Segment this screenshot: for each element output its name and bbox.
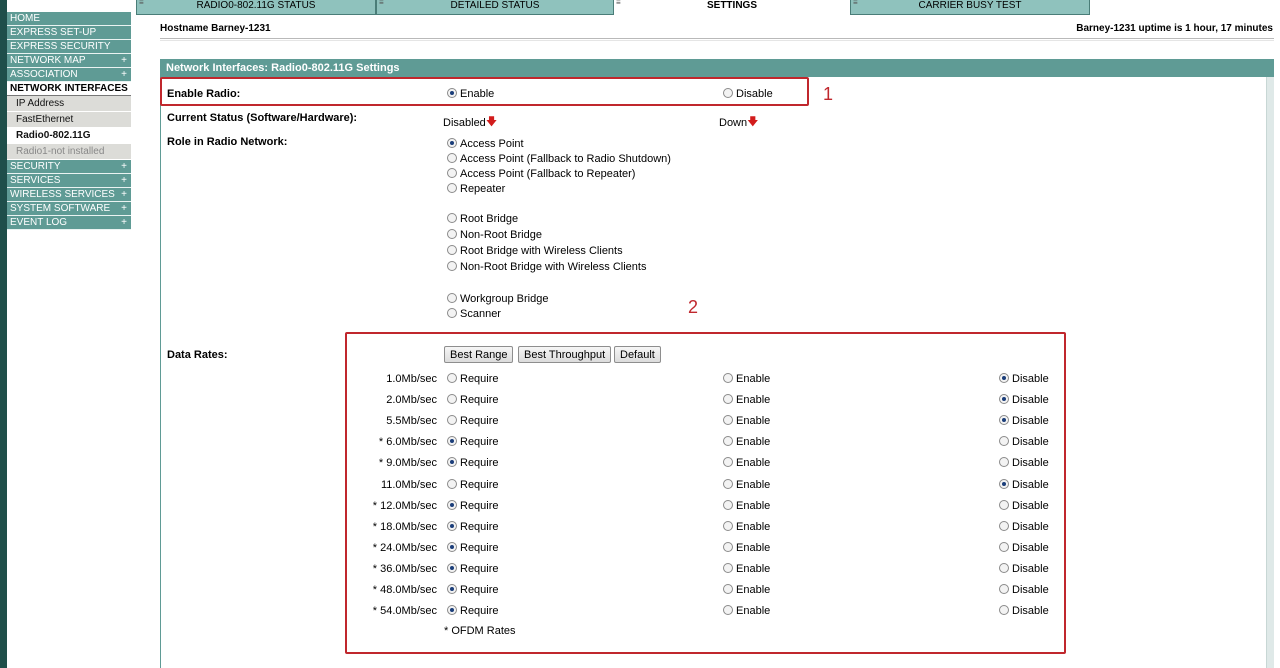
tab-settings[interactable]: ≡ SETTINGS (614, 0, 850, 15)
sidebar-item-label: HOME (10, 13, 40, 24)
down-arrow-icon: 🡇 (485, 116, 498, 128)
tab-radio-status[interactable]: ≡ RADIO0-802.11G STATUS (136, 0, 376, 15)
sidebar-item-security[interactable]: SECURITY + (7, 160, 131, 174)
radio-label: Non-Root Bridge (460, 229, 542, 241)
role-root-bridge[interactable]: Root Bridge (447, 212, 518, 226)
tab-grip-icon: ≡ (616, 0, 621, 7)
sidebar-subitem-fastethernet[interactable]: FastEthernet (7, 112, 131, 128)
role-ap-fallback-shutdown[interactable]: Access Point (Fallback to Radio Shutdown… (447, 152, 671, 166)
expand-icon[interactable]: + (121, 202, 127, 216)
radio-unselected-icon (447, 261, 457, 271)
highlight-box-1 (160, 77, 809, 106)
highlight-label-1: 1 (823, 84, 834, 104)
sidebar-subitem-radio1: Radio1-not installed (7, 144, 131, 160)
expand-icon[interactable]: + (121, 68, 127, 82)
radio-unselected-icon (447, 183, 457, 193)
role-non-root-bridge-clients[interactable]: Non-Root Bridge with Wireless Clients (447, 260, 646, 274)
expand-icon[interactable]: + (121, 54, 127, 68)
radio-unselected-icon (447, 308, 457, 318)
expand-icon[interactable]: + (121, 174, 127, 188)
sidebar-item-express-security[interactable]: EXPRESS SECURITY (7, 40, 131, 54)
radio-label: Access Point (Fallback to Repeater) (460, 168, 636, 180)
sidebar-item-label: NETWORK MAP (10, 55, 86, 66)
role-label: Role in Radio Network: (167, 136, 288, 148)
tab-label: RADIO0-802.11G STATUS (196, 0, 316, 11)
hostname-text: Hostname Barney-1231 (160, 23, 271, 34)
radio-label: Repeater (460, 183, 506, 195)
radio-unselected-icon (447, 213, 457, 223)
panel-title-bar: Network Interfaces: Radio0-802.11G Setti… (160, 59, 1274, 77)
sidebar-item-label: EVENT LOG (10, 217, 68, 228)
tab-grip-icon: ≡ (853, 0, 858, 7)
tab-label: CARRIER BUSY TEST (918, 0, 1022, 11)
sidebar-item-system-software[interactable]: SYSTEM SOFTWARE + (7, 202, 131, 216)
tab-label: DETAILED STATUS (450, 0, 540, 11)
sidebar-item-label: EXPRESS SET-UP (10, 27, 97, 38)
radio-label: Root Bridge with Wireless Clients (460, 245, 623, 257)
sidebar-subitem-ip-address[interactable]: IP Address (7, 96, 131, 112)
sidebar-nav: HOME EXPRESS SET-UP EXPRESS SECURITY NET… (7, 12, 131, 230)
software-status-text: Disabled (443, 117, 486, 129)
sidebar-item-label: NETWORK INTERFACES (10, 83, 128, 94)
sidebar-item-label: SERVICES (10, 175, 61, 186)
sidebar-item-label: SYSTEM SOFTWARE (10, 203, 111, 214)
tab-carrier-busy-test[interactable]: ≡ CARRIER BUSY TEST (850, 0, 1090, 15)
sidebar-subitem-radio0[interactable]: Radio0-802.11G (7, 128, 131, 144)
radio-unselected-icon (447, 245, 457, 255)
panel-right-border (1266, 77, 1274, 668)
sidebar-item-home[interactable]: HOME (7, 12, 131, 26)
radio-unselected-icon (447, 153, 457, 163)
header-divider (160, 38, 1274, 41)
current-status-label: Current Status (Software/Hardware): (167, 112, 358, 124)
role-repeater[interactable]: Repeater (447, 182, 505, 196)
role-root-bridge-clients[interactable]: Root Bridge with Wireless Clients (447, 244, 623, 258)
expand-icon[interactable]: + (121, 188, 127, 202)
role-access-point[interactable]: Access Point (447, 137, 524, 151)
role-scanner[interactable]: Scanner (447, 307, 501, 321)
tab-detailed-status[interactable]: ≡ DETAILED STATUS (376, 0, 614, 15)
highlight-box-2 (345, 332, 1066, 654)
sidebar-item-network-interfaces[interactable]: NETWORK INTERFACES (7, 82, 131, 96)
sidebar-item-label: EXPRESS SECURITY (10, 41, 111, 52)
radio-label: Scanner (460, 308, 501, 320)
panel-left-border (160, 77, 161, 668)
data-rates-label: Data Rates: (167, 349, 228, 361)
sidebar-item-label: WIRELESS SERVICES (10, 189, 115, 200)
tab-label: SETTINGS (706, 0, 757, 11)
sidebar-item-association[interactable]: ASSOCIATION + (7, 68, 131, 82)
sidebar-item-label: SECURITY (10, 161, 61, 172)
role-non-root-bridge[interactable]: Non-Root Bridge (447, 228, 542, 242)
sidebar-item-network-map[interactable]: NETWORK MAP + (7, 54, 131, 68)
tab-grip-icon: ≡ (139, 0, 144, 7)
radio-label: Non-Root Bridge with Wireless Clients (460, 261, 647, 273)
radio-label: Access Point (Fallback to Radio Shutdown… (460, 153, 671, 165)
hardware-status-text: Down (719, 117, 748, 129)
down-arrow-icon: 🡇 (747, 116, 759, 128)
hardware-status: Down🡇 (719, 113, 758, 132)
uptime-text: Barney-1231 uptime is 1 hour, 17 minutes (1076, 23, 1273, 34)
expand-icon[interactable]: + (121, 216, 127, 230)
expand-icon[interactable]: + (121, 160, 127, 174)
software-status: Disabled🡇 (443, 113, 497, 132)
radio-unselected-icon (447, 168, 457, 178)
left-edge-strip (0, 0, 7, 668)
sidebar-item-services[interactable]: SERVICES + (7, 174, 131, 188)
sidebar-item-wireless-services[interactable]: WIRELESS SERVICES + (7, 188, 131, 202)
sidebar-item-label: ASSOCIATION (10, 69, 78, 80)
radio-label: Workgroup Bridge (460, 293, 549, 305)
role-workgroup-bridge[interactable]: Workgroup Bridge (447, 292, 548, 306)
radio-unselected-icon (447, 229, 457, 239)
role-ap-fallback-repeater[interactable]: Access Point (Fallback to Repeater) (447, 167, 635, 181)
tab-grip-icon: ≡ (379, 0, 384, 7)
sidebar-item-express-setup[interactable]: EXPRESS SET-UP (7, 26, 131, 40)
highlight-label-2: 2 (688, 297, 699, 317)
sidebar-item-event-log[interactable]: EVENT LOG + (7, 216, 131, 230)
radio-selected-icon (447, 138, 457, 148)
tab-bar: ≡ RADIO0-802.11G STATUS ≡ DETAILED STATUS … (136, 0, 1091, 15)
radio-label: Access Point (460, 138, 524, 150)
radio-unselected-icon (447, 293, 457, 303)
radio-label: Root Bridge (460, 213, 519, 225)
